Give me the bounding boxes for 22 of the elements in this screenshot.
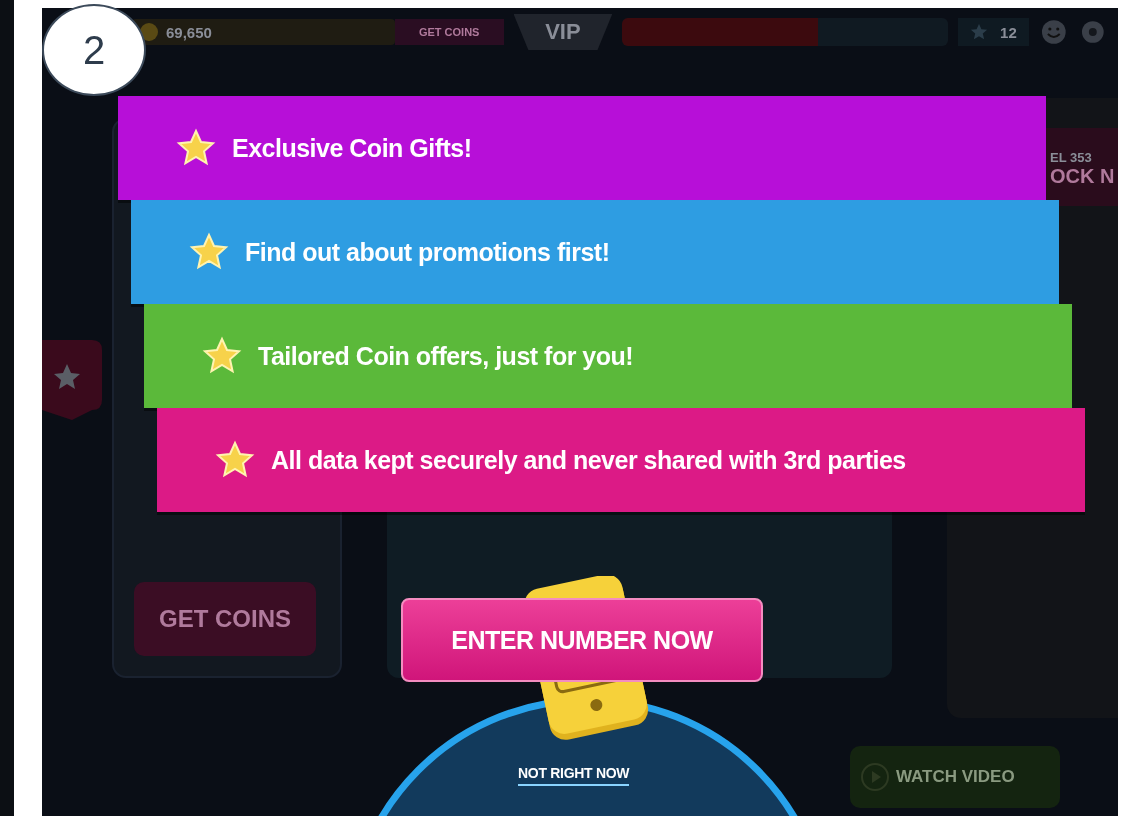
get-coins-button[interactable]: GET COINS — [394, 19, 504, 45]
card-level-text: EL 353 — [1050, 150, 1092, 165]
coin-icon — [140, 23, 158, 41]
star-badge-icon — [42, 340, 102, 420]
benefit-text: Exclusive Coin Gifts! — [232, 133, 472, 163]
vip-tab[interactable]: VIP — [513, 14, 613, 50]
star-icon — [202, 336, 242, 376]
benefit-text: Find out about promotions first! — [245, 237, 610, 267]
star-icon — [189, 232, 229, 272]
level-number: 12 — [1000, 23, 1017, 41]
benefit-text: All data kept securely and never shared with 3rd parties — [271, 445, 906, 475]
not-right-now-link[interactable]: NOT RIGHT NOW — [518, 765, 630, 786]
benefit-text: Tailored Coin offers, just for you! — [258, 341, 634, 371]
star-icon — [970, 23, 989, 41]
play-icon — [860, 762, 890, 792]
star-icon — [176, 128, 216, 168]
watch-video-button[interactable]: WATCH VIDEO — [850, 746, 1060, 808]
get-coins-button[interactable]: GET COINS — [134, 582, 316, 656]
card-banner-text: OCK N — [1050, 165, 1115, 188]
enter-number-button[interactable]: ENTER NUMBER NOW — [401, 598, 763, 682]
coin-balance: 69,650 — [166, 23, 212, 41]
star-icon — [215, 440, 255, 480]
